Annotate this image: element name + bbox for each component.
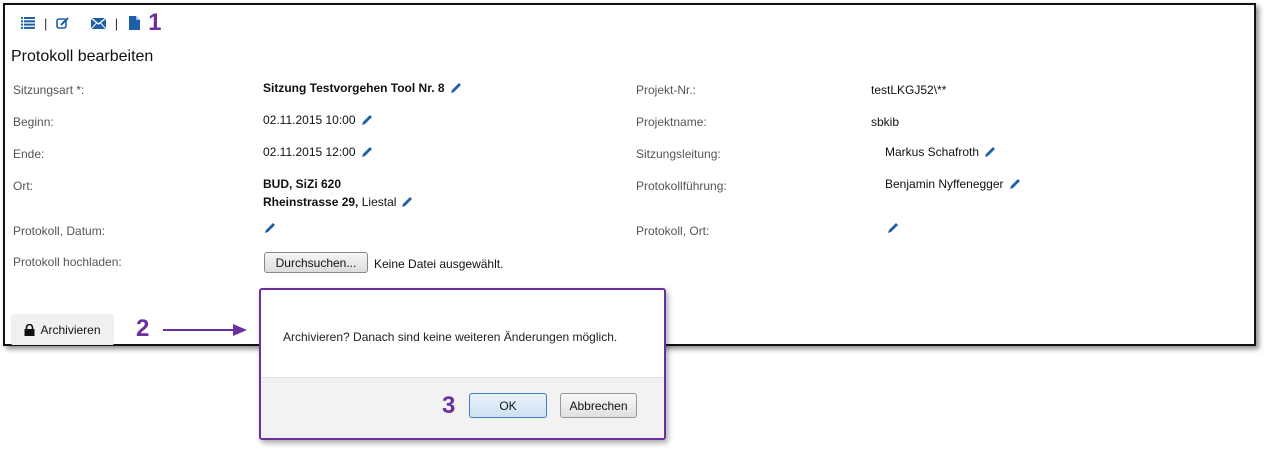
sitzungsleitung-text: Markus Schafroth	[885, 145, 980, 159]
protokoll-datum-label: Protokoll, Datum:	[13, 224, 106, 238]
ort-label: Ort:	[13, 179, 33, 193]
projektname-value: sbkib	[871, 115, 899, 129]
cancel-button[interactable]: Abbrechen	[560, 393, 637, 418]
pencil-icon[interactable]	[360, 113, 374, 127]
protokollfuehrung-value: Benjamin Nyffenegger	[885, 177, 1022, 191]
ort-value-line2: Rheinstrasse 29, Liestal	[263, 195, 414, 209]
ort-line1-text: BUD, SiZi 620	[263, 177, 342, 191]
pencil-icon[interactable]	[983, 145, 997, 159]
pencil-icon[interactable]	[360, 145, 374, 159]
callout-number-2: 2	[136, 315, 150, 342]
toolbar: | | | 1	[20, 11, 162, 35]
ende-value: 02.11.2015 12:00	[263, 145, 374, 159]
archive-button-label: Archivieren	[40, 322, 101, 337]
toolbar-separator: |	[44, 15, 48, 31]
sitzungsart-label: Sitzungsart *:	[13, 83, 85, 97]
toolbar-separator: |	[114, 15, 119, 31]
pencil-icon[interactable]	[400, 195, 414, 209]
projekt-nr-label: Projekt-Nr.:	[636, 83, 697, 97]
pencil-icon[interactable]	[886, 221, 900, 235]
projekt-nr-value: testLKGJ52\**	[871, 83, 946, 97]
sitzungsleitung-label: Sitzungsleitung:	[636, 147, 721, 161]
protokoll-datum-value	[259, 221, 277, 235]
sitzungsart-text: Sitzung Testvorgehen Tool Nr. 8	[263, 81, 445, 95]
callout-number-3: 3	[442, 392, 456, 419]
lock-icon	[24, 323, 35, 336]
pencil-icon[interactable]	[449, 81, 463, 95]
ende-text: 02.11.2015 12:00	[263, 145, 356, 159]
beginn-text: 02.11.2015 10:00	[263, 113, 356, 127]
document-icon[interactable]	[126, 15, 142, 31]
ort-value-line1: BUD, SiZi 620	[263, 177, 341, 191]
protokoll-ort-value	[882, 221, 900, 235]
beginn-value: 02.11.2015 10:00	[263, 113, 374, 127]
pencil-icon[interactable]	[263, 221, 277, 235]
edit-icon[interactable]	[55, 15, 71, 31]
protokollfuehrung-label: Protokollführung:	[636, 179, 727, 193]
projektname-text: sbkib	[871, 115, 900, 129]
mail-icon[interactable]	[91, 15, 107, 31]
ok-button[interactable]: OK	[469, 393, 547, 418]
pencil-icon[interactable]	[1008, 177, 1022, 191]
ort-city-text: Liestal	[358, 195, 397, 209]
projekt-nr-text: testLKGJ52\**	[871, 83, 947, 97]
ende-label: Ende:	[13, 147, 45, 161]
browse-button[interactable]: Durchsuchen...	[264, 252, 368, 273]
protokoll-ort-label: Protokoll, Ort:	[636, 224, 710, 238]
list-icon[interactable]	[20, 15, 36, 31]
sitzungsart-value: Sitzung Testvorgehen Tool Nr. 8	[263, 81, 463, 95]
dialog-footer: 3 OK Abbrechen	[261, 377, 664, 438]
projektname-label: Projektname:	[636, 115, 707, 129]
file-status-text: Keine Datei ausgewählt.	[374, 257, 504, 271]
dialog-message: Archivieren? Danach sind keine weiteren …	[283, 330, 618, 344]
protokollfuehrung-text: Benjamin Nyffenegger	[885, 177, 1004, 191]
callout-number-1: 1	[148, 9, 162, 36]
confirm-dialog: Archivieren? Danach sind keine weiteren …	[259, 288, 666, 440]
page-title: Protokoll bearbeiten	[11, 48, 154, 65]
arrow-icon	[163, 324, 247, 336]
protokoll-hochladen-label: Protokoll hochladen:	[13, 255, 122, 269]
ort-street-text: Rheinstrasse 29,	[263, 195, 359, 209]
sitzungsleitung-value: Markus Schafroth	[885, 145, 997, 159]
beginn-label: Beginn:	[13, 115, 54, 129]
archive-button[interactable]: Archivieren	[11, 314, 114, 345]
